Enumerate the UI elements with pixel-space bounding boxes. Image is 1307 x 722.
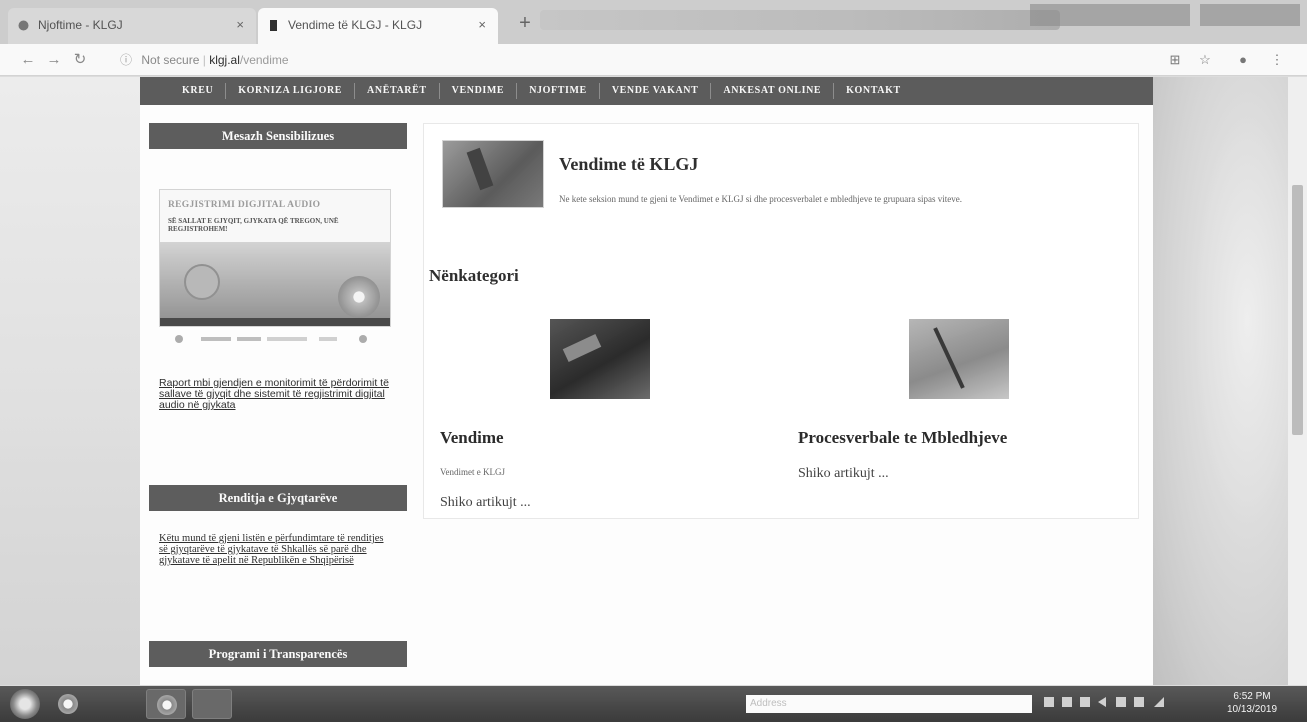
tab-title: Njoftime - KLGJ (38, 18, 123, 32)
page-background-right (1153, 77, 1288, 685)
clock-time: 6:52 PM (1233, 691, 1271, 702)
nav-item-korniza-ligjore[interactable]: KORNIZA LIGJORE (226, 83, 356, 99)
url-path: /vendime (239, 53, 289, 67)
subcategory-title-vendime[interactable]: Vendime (440, 428, 504, 448)
blurred-region (1030, 4, 1190, 26)
subcategory-desc-vendime: Vendimet e KLGJ (440, 467, 505, 477)
url-domain: klgj.al (209, 53, 240, 67)
tab-njoftime[interactable]: Njoftime - KLGJ × (8, 8, 256, 44)
window-controls[interactable] (1200, 4, 1300, 26)
taskbar-address-field[interactable]: Address (746, 695, 1032, 713)
sidebar-heading-mesazh: Mesazh Sensibilizues (149, 123, 407, 149)
close-tab-icon[interactable]: × (478, 17, 486, 32)
nav-item-kontakt[interactable]: KONTAKT (834, 83, 913, 99)
forward-icon[interactable]: → (44, 50, 64, 70)
banner-subtitle: SË SALLAT E GJYQIT, GJYKATA QË TREGON, U… (168, 217, 339, 233)
profile-icon[interactable]: ● (1234, 50, 1252, 70)
main-navigation: KREU KORNIZA LIGJORE ANËTARËT VENDIME NJ… (140, 77, 1153, 105)
digital-audio-banner[interactable]: REGJISTRIMI DIGJITAL AUDIO SË SALLAT E G… (159, 189, 391, 327)
tab-vendime[interactable]: Vendime të KLGJ - KLGJ × (258, 8, 498, 44)
chrome-icon (58, 694, 78, 714)
start-button[interactable] (10, 689, 40, 719)
menu-icon[interactable]: ⋮ (1268, 50, 1286, 70)
category-image (442, 140, 544, 208)
system-clock[interactable]: 6:52 PM 10/13/2019 (1212, 690, 1292, 716)
nav-item-anetaret[interactable]: ANËTARËT (355, 83, 440, 99)
banner-title: REGJISTRIMI DIGJITAL AUDIO (168, 200, 321, 210)
info-icon[interactable]: ⓘ (120, 53, 132, 67)
new-tab-button[interactable]: + (512, 12, 538, 36)
category-description: Ne kete seksion mund te gjeni te Vendime… (559, 194, 962, 204)
site-container: KREU KORNIZA LIGJORE ANËTARËT VENDIME NJ… (140, 77, 1153, 685)
browser-tab-strip: Njoftime - KLGJ × Vendime të KLGJ - KLGJ… (0, 0, 1307, 44)
partner-logos-icon (175, 335, 367, 343)
tab-title: Vendime të KLGJ - KLGJ (288, 18, 423, 32)
taskbar-browser-button[interactable] (48, 689, 88, 719)
category-content: Vendime të KLGJ Ne kete seksion mund te … (423, 123, 1139, 519)
scrollbar-thumb[interactable] (1292, 185, 1303, 435)
nav-item-kreu[interactable]: KREU (170, 83, 227, 99)
page-viewport: KREU KORNIZA LIGJORE ANËTARËT VENDIME NJ… (0, 77, 1288, 685)
url-field[interactable]: ⓘ Not secure | klgj.al/vendime (120, 50, 1160, 70)
clock-date: 10/13/2019 (1226, 704, 1278, 715)
blurred-region (540, 10, 1060, 30)
page-scrollbar[interactable] (1288, 77, 1307, 685)
back-icon[interactable]: ← (18, 50, 38, 70)
subcategory-image-vendime[interactable] (550, 319, 650, 399)
site-favicon-icon (270, 20, 277, 31)
partner-logos (173, 333, 393, 347)
view-articles-link-vendime[interactable]: Shiko artikujt ... (440, 495, 531, 511)
taskbar-app-button[interactable] (192, 689, 232, 719)
star-icon[interactable]: ☆ (1196, 50, 1214, 70)
sidebar-heading-renditja: Renditja e Gjyqtarëve (149, 485, 407, 511)
site-favicon-icon (18, 20, 29, 31)
cd-icon (338, 276, 380, 318)
monitoring-report-link[interactable]: Raport mbi gjendjen e monitorimit të për… (159, 378, 391, 411)
reload-icon[interactable]: ↻ (70, 50, 90, 70)
taskbar-app-button[interactable] (146, 689, 186, 719)
page-background-left (0, 77, 140, 685)
banner-footer-strip (160, 318, 390, 326)
subcategory-image-procesverbale[interactable] (909, 319, 1009, 399)
taskbar-address-label: Address (750, 698, 787, 709)
view-articles-link-procesverbale[interactable]: Shiko artikujt ... (798, 466, 889, 482)
nav-item-vendime[interactable]: VENDIME (440, 83, 518, 99)
nav-item-vende-vakant[interactable]: VENDE VAKANT (600, 83, 712, 99)
translate-icon[interactable]: ⊞ (1166, 50, 1184, 70)
security-label: Not secure (141, 53, 200, 67)
sidebar: Mesazh Sensibilizues (149, 123, 407, 149)
nav-item-ankesat-online[interactable]: ANKESAT ONLINE (711, 83, 835, 99)
browser-address-bar: ← → ↻ ⓘ Not secure | klgj.al/vendime ⊞ ☆… (0, 44, 1307, 76)
taskbar: Address 6:52 PM 10/13/2019 (0, 686, 1307, 722)
gavel-icon (184, 264, 220, 300)
system-tray[interactable] (1040, 694, 1190, 714)
close-tab-icon[interactable]: × (236, 17, 244, 32)
page-title: Vendime të KLGJ (559, 154, 699, 174)
judges-ranking-link[interactable]: Këtu mund të gjeni listën e përfundimtar… (159, 533, 391, 566)
app-icon (157, 695, 177, 715)
nav-item-njoftime[interactable]: NJOFTIME (517, 83, 600, 99)
subcategory-title-procesverbale[interactable]: Procesverbale te Mbledhjeve (798, 428, 1007, 448)
tray-icons (1044, 697, 1164, 707)
sidebar-heading-programi: Programi i Transparencës (149, 641, 407, 667)
subcategories-heading: Nënkategori (429, 266, 519, 285)
